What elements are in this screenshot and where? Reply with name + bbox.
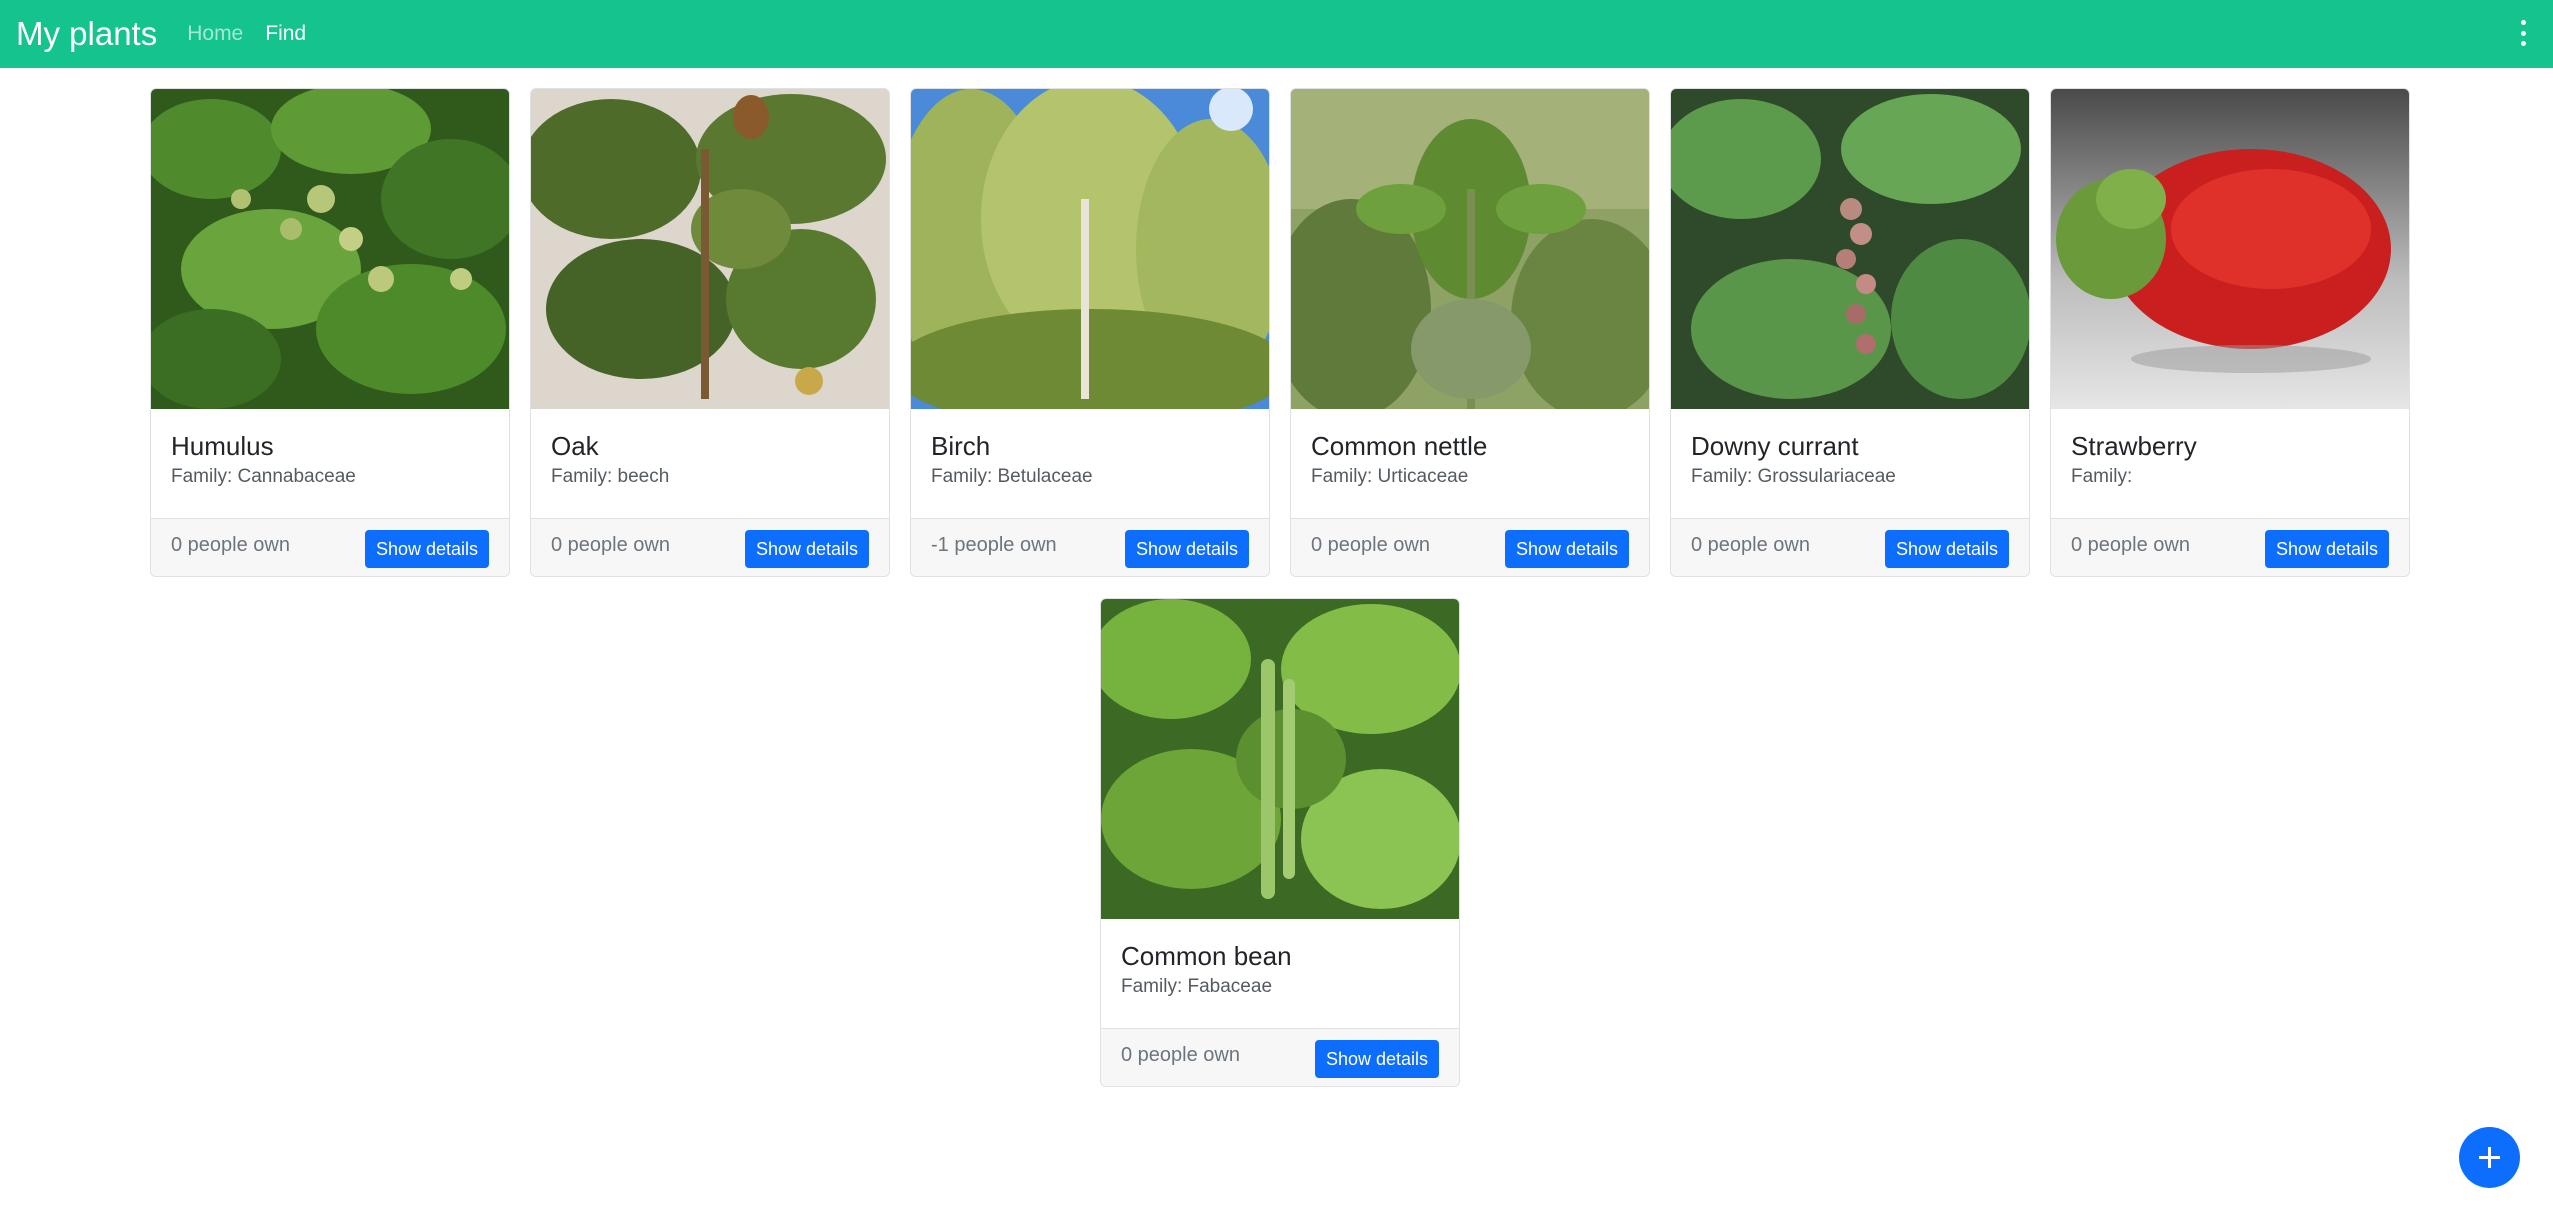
plant-family: Family: Grossulariaceae	[1691, 466, 1896, 487]
add-plant-button[interactable]	[2459, 1127, 2520, 1188]
plant-card-humulus: Humulus Family: Cannabaceae 0 people own…	[150, 88, 510, 577]
owners-count: 0 people own	[171, 534, 290, 556]
show-details-button[interactable]: Show details	[1314, 1040, 1439, 1078]
currant-photo	[1671, 89, 2029, 409]
owners-count: 0 people own	[2071, 534, 2190, 556]
plant-name: Humulus	[171, 431, 274, 461]
card-footer: 0 people own Show details	[1291, 518, 1649, 576]
hop-plant-photo	[151, 89, 509, 409]
card-footer: 0 people own Show details	[2051, 518, 2409, 576]
plant-name: Strawberry	[2071, 431, 2197, 461]
plant-card-common-nettle: Common nettle Family: Urticaceae 0 peopl…	[1290, 88, 1650, 577]
plant-family: Family: Cannabaceae	[171, 466, 356, 487]
top-navbar: My plants Home Find	[0, 0, 2553, 68]
show-details-button[interactable]: Show details	[2264, 530, 2389, 568]
owners-count: 0 people own	[1311, 534, 1430, 556]
owners-count: 0 people own	[1691, 534, 1810, 556]
card-footer: -1 people own Show details	[911, 518, 1269, 576]
plant-name: Common nettle	[1311, 431, 1488, 461]
plant-family: Family: Betulaceae	[931, 466, 1093, 487]
owners-count: -1 people own	[931, 534, 1057, 556]
nav-link-find[interactable]: Find	[265, 22, 306, 46]
card-footer: 0 people own Show details	[1671, 518, 2029, 576]
nettle-photo	[1291, 89, 1649, 409]
plant-family: Family: beech	[551, 466, 670, 487]
brand-title[interactable]: My plants	[16, 15, 157, 53]
strawberry-photo	[2051, 89, 2409, 409]
plant-name: Downy currant	[1691, 431, 1859, 461]
plant-family: Family:	[2071, 466, 2133, 487]
oak-leaves-photo	[531, 89, 889, 409]
owners-count: 0 people own	[551, 534, 670, 556]
plant-name: Common bean	[1121, 941, 1292, 971]
card-footer: 0 people own Show details	[531, 518, 889, 576]
card-footer: 0 people own Show details	[1101, 1028, 1459, 1086]
plant-card-common-bean: Common bean Family: Fabaceae 0 people ow…	[1100, 598, 1460, 1087]
show-details-button[interactable]: Show details	[364, 530, 489, 568]
bean-plant-photo	[1101, 599, 1459, 919]
card-footer: 0 people own Show details	[151, 518, 509, 576]
more-vertical-icon[interactable]	[2517, 20, 2529, 46]
show-details-button[interactable]: Show details	[1504, 530, 1629, 568]
show-details-button[interactable]: Show details	[1124, 530, 1249, 568]
plant-card-birch: Birch Family: Betulaceae -1 people own S…	[910, 88, 1270, 577]
plant-card-downy-currant: Downy currant Family: Grossulariaceae 0 …	[1670, 88, 2030, 577]
plant-card-strawberry: Strawberry Family: 0 people own Show det…	[2050, 88, 2410, 577]
plant-card-oak: Oak Family: beech 0 people own Show deta…	[530, 88, 890, 577]
birch-tree-photo	[911, 89, 1269, 409]
nav-link-home[interactable]: Home	[187, 22, 243, 46]
owners-count: 0 people own	[1121, 1044, 1240, 1066]
plant-name: Oak	[551, 431, 599, 461]
plant-family: Family: Urticaceae	[1311, 466, 1469, 487]
plant-name: Birch	[931, 431, 991, 461]
show-details-button[interactable]: Show details	[744, 530, 869, 568]
show-details-button[interactable]: Show details	[1884, 530, 2009, 568]
plant-family: Family: Fabaceae	[1121, 976, 1273, 997]
